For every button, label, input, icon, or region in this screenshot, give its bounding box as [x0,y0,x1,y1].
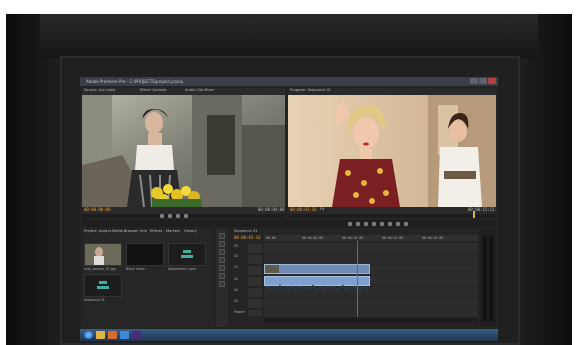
ripple-edit-tool-icon[interactable] [219,249,225,255]
program-photo-drawing [288,95,496,207]
hood-left-wing [6,14,66,345]
export-frame-icon[interactable] [404,222,408,226]
hand-tool-icon[interactable] [219,281,225,287]
program-video-frame [288,95,496,207]
razor-tool-icon[interactable] [219,257,225,263]
browser-icon[interactable] [120,331,129,339]
clip-thumbnail[interactable] [84,243,122,266]
source-photo-drawing [82,95,285,207]
audio-waveform [264,284,368,292]
clip-name: Black Video [126,267,145,271]
start-icon[interactable] [84,331,93,339]
timeline-playhead[interactable] [357,241,358,317]
timeline-timecode: 00:00:03:16 [234,235,261,240]
time-ruler[interactable] [264,235,478,241]
track-a3[interactable]: A3 [234,299,238,303]
selection-tool-icon[interactable] [219,233,225,239]
video-clip[interactable] [264,264,370,274]
track-v2[interactable]: V2 [234,254,238,258]
audio-mixer-tab[interactable]: Audio Clip Mixer [185,88,214,93]
source-video-frame [82,95,285,207]
mark-in-icon[interactable] [348,222,352,226]
program-fit-select[interactable]: Fit [320,207,324,212]
media-icon[interactable] [108,331,117,339]
ruler-tick: 00:00:15:00 [382,236,404,240]
audio-meter-left [483,237,487,321]
track-master[interactable]: Master [234,310,245,314]
track-select-tool-icon[interactable] [219,241,225,247]
adjustment-layer-icon [181,250,193,258]
ruler-tick: 00:00:20:00 [422,236,444,240]
clip-name: Sequence 01 [84,298,105,302]
source-insert-icon[interactable] [184,214,188,218]
black-video-thumbnail[interactable] [126,243,164,266]
program-tab[interactable]: Program: Sequence 01 [290,88,331,93]
hood-top [40,14,538,58]
maximize-button[interactable] [479,78,487,84]
screen: Adobe Premiere Pro - C:\PROJECTS\project… [80,77,498,341]
transport-strip [82,220,496,227]
premiere-icon[interactable] [132,331,141,339]
effects-tab[interactable]: Effects [150,229,162,234]
minimize-button[interactable] [470,78,478,84]
program-scrub-bar[interactable] [288,214,496,218]
markers-tab[interactable]: Markers [166,229,180,234]
play-icon[interactable] [372,222,376,226]
track-a2[interactable]: A2 [234,288,238,292]
window-title: Adobe Premiere Pro - C:\PROJECTS\project… [86,79,184,84]
clip-name: shot_woman_01.jpg [84,267,116,271]
explorer-icon[interactable] [96,331,105,339]
video-clip-thumbnail [265,265,279,273]
adjustment-layer-thumbnail[interactable] [168,243,206,266]
source-tab[interactable]: Source: (no clips) [84,88,115,93]
ruler-tick: 00:00:05:00 [302,236,324,240]
pen-tool-icon[interactable] [219,273,225,279]
sequence-tab[interactable]: Sequence 01 [234,229,257,234]
program-duration: 00:00:15:21 [468,207,495,212]
sequence-thumbnail[interactable] [84,274,122,297]
info-tab[interactable]: Info [140,229,147,234]
mark-out-icon[interactable] [356,222,360,226]
close-button[interactable] [488,78,496,84]
effect-controls-tab[interactable]: Effect Controls [140,88,166,93]
source-step-forward-icon[interactable] [176,214,180,218]
track-controls[interactable] [248,244,262,316]
audio-clip[interactable] [264,276,370,292]
clip-image-icon [85,244,121,265]
source-timecode: 00:00:00:00 [84,207,111,212]
audio-meter-right [489,237,493,321]
go-to-in-icon[interactable] [364,222,368,226]
clip-name: Adjustment Layer [168,267,197,271]
extract-icon[interactable] [396,222,400,226]
windows-taskbar [80,329,498,341]
ruler-tick: 00:00:10:00 [342,236,364,240]
slip-tool-icon[interactable] [219,265,225,271]
history-tab[interactable]: History [184,229,197,234]
project-tab[interactable]: Project: project [84,229,111,234]
track-a1[interactable]: A1 [234,277,238,281]
lift-icon[interactable] [388,222,392,226]
hood-right-wing [514,14,572,345]
source-play-icon[interactable] [168,214,172,218]
go-to-out-icon[interactable] [380,222,384,226]
source-step-back-icon[interactable] [160,214,164,218]
program-playhead[interactable] [473,211,475,218]
sequence-icon [97,281,109,289]
source-duration: 00:00:04:08 [258,207,285,212]
ruler-tick: 00:00 [266,236,276,240]
track-v3[interactable]: V3 [234,244,238,248]
timeline-scrollbar[interactable] [264,318,478,323]
media-browser-tab[interactable]: Media Browser [112,229,139,234]
track-v1[interactable]: V1 [234,265,238,269]
program-timecode: 00:00:03:16 [290,207,317,212]
